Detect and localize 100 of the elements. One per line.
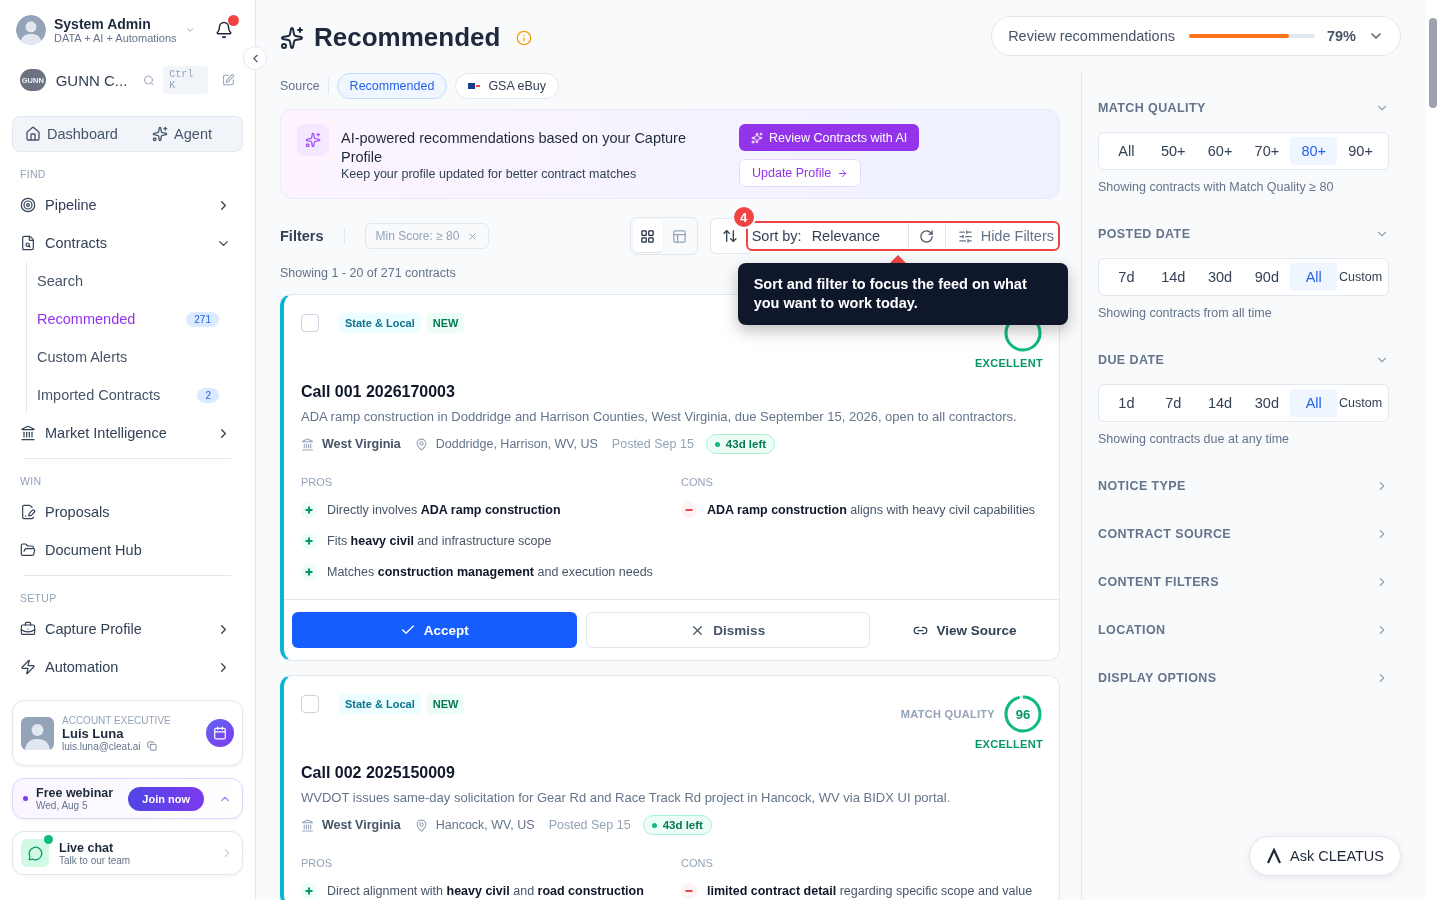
avatar-icon[interactable]	[16, 15, 46, 45]
accept-button[interactable]: Accept	[292, 612, 577, 648]
nav-icon	[20, 504, 36, 520]
segment-option[interactable]: 50+	[1149, 137, 1197, 165]
calendar-button[interactable]	[206, 719, 234, 747]
nav-item[interactable]: Market Intelligence	[12, 414, 243, 452]
checkbox[interactable]	[301, 695, 319, 713]
contract-description: WVDOT issues same-day solicitation for Gear Rd and Race Track Rd project in Hancock, WV via BIDX UI portal.	[301, 790, 952, 805]
segment-option[interactable]: 80+	[1290, 137, 1338, 165]
person-name: Luis Luna	[62, 725, 125, 741]
collapse-sidebar-button[interactable]	[243, 46, 267, 70]
nav-icon	[20, 621, 36, 637]
search-icon[interactable]	[143, 73, 156, 87]
rating-label: EXCELLENT	[974, 738, 1043, 750]
filter-section-header[interactable]: DUE DATE	[1098, 336, 1389, 384]
grid-icon	[640, 228, 656, 244]
nav-item[interactable]: Capture Profile	[12, 610, 243, 648]
nav-item[interactable]: Automation	[12, 648, 243, 686]
segment-option[interactable]: All	[1290, 263, 1338, 291]
segment-option[interactable]: 90d	[1243, 263, 1291, 291]
pro-text: Directly involves ADA ramp construction	[327, 502, 561, 517]
tag: NEW	[426, 313, 465, 333]
segment-option[interactable]: 30d	[1196, 263, 1244, 291]
segment-option[interactable]: 14d	[1196, 389, 1244, 417]
segment-option[interactable]: 7d	[1103, 263, 1150, 291]
source-label: Source	[280, 79, 320, 93]
scrollbar[interactable]	[1425, 0, 1440, 900]
refresh-button[interactable]	[907, 223, 946, 249]
score-value: 96	[1015, 706, 1031, 722]
filter-section-header[interactable]: CONTENT FILTERS	[1098, 558, 1389, 606]
filter-chip-text: Min Score: ≥ 80	[375, 229, 460, 243]
dismiss-button[interactable]: Dismiss	[585, 612, 870, 648]
segment-option[interactable]: 70+	[1243, 137, 1291, 165]
segment-option[interactable]: 90+	[1337, 137, 1384, 165]
segment-option[interactable]: 1d	[1103, 389, 1150, 417]
cons-heading: CONS	[681, 476, 714, 488]
quick-nav-link[interactable]: Agent	[152, 126, 212, 142]
contract-title[interactable]: Call 001 2026170003	[301, 383, 1043, 401]
nav-subitem[interactable]: Recommended 271	[37, 300, 243, 338]
remove-icon[interactable]	[467, 230, 479, 242]
source-chip[interactable]: GSA eBuy	[455, 73, 560, 99]
building-icon	[301, 437, 314, 451]
segment-option[interactable]: 7d	[1149, 389, 1197, 417]
nav-item[interactable]: Proposals	[12, 493, 243, 531]
filter-section-header[interactable]: NOTICE TYPE	[1098, 462, 1389, 510]
filter-section-header[interactable]: LOCATION	[1098, 606, 1389, 654]
hide-filters-button[interactable]: Hide Filters	[945, 223, 1058, 249]
filter-section-header[interactable]: CONTRACT SOURCE	[1098, 510, 1389, 558]
workspace-name[interactable]: GUNN C...	[55, 71, 128, 89]
nav-subitem[interactable]: Search	[37, 262, 243, 300]
join-button[interactable]: Join now	[128, 786, 204, 811]
ask-assistant-button[interactable]: Ask CLEATUS	[1249, 836, 1401, 876]
source-chip[interactable]: Recommended	[336, 73, 448, 99]
filter-section-header[interactable]: POSTED DATE	[1098, 210, 1389, 258]
info-icon[interactable]	[516, 29, 533, 46]
segment-option[interactable]: All	[1103, 137, 1150, 165]
arrow-right-icon	[837, 167, 849, 179]
nav-item[interactable]: Contracts	[12, 224, 243, 262]
rating-label: EXCELLENT	[974, 357, 1043, 369]
filter-section-header[interactable]: MATCH QUALITY	[1098, 84, 1389, 132]
filter-section-header[interactable]: DISPLAY OPTIONS	[1098, 654, 1389, 702]
edit-icon[interactable]	[222, 73, 235, 87]
score-ring-icon	[1003, 694, 1043, 734]
tag: State & Local	[339, 694, 421, 714]
view-source-link[interactable]: View Source	[879, 612, 1051, 648]
segment-option[interactable]: Custom	[1337, 263, 1384, 291]
nav-item[interactable]: Document Hub	[12, 531, 243, 569]
review-ai-button[interactable]: Review Contracts with AI	[739, 124, 920, 151]
quick-nav-link[interactable]: Dashboard	[25, 126, 118, 142]
nav-subitem[interactable]: Imported Contracts 2	[37, 376, 243, 414]
grid-view-button[interactable]	[632, 220, 663, 252]
checkbox[interactable]	[301, 314, 319, 332]
pro-text: Fits heavy civil and infrastructure scope	[327, 533, 552, 548]
segment-option[interactable]: 30d	[1243, 389, 1291, 417]
calendar-icon	[213, 726, 227, 740]
nav-item[interactable]: Pipeline	[12, 186, 243, 224]
review-progress-button[interactable]: Review recommendations 79%	[991, 16, 1401, 56]
con-text: limited contract detail regarding specific scope and value	[707, 883, 1033, 898]
bell-icon	[215, 21, 233, 39]
count-badge: 2	[197, 387, 219, 403]
nav-subitem[interactable]: Custom Alerts	[37, 338, 243, 376]
sparkles-icon	[305, 132, 321, 148]
contract-title[interactable]: Call 002 2025150009	[301, 764, 1043, 782]
segment-option[interactable]: All	[1290, 389, 1338, 417]
plus-icon	[301, 532, 317, 549]
segment-option[interactable]: 60+	[1196, 137, 1244, 165]
filters-label: Filters	[280, 228, 324, 244]
days-left-badge: 43d left	[705, 434, 776, 454]
segment-option[interactable]: Custom	[1337, 389, 1384, 417]
copy-icon[interactable]	[146, 741, 157, 751]
user-subtitle: DATA + AI + Automations	[54, 32, 177, 44]
banner-title: AI-powered recommendations based on your Capture Profile	[341, 129, 687, 167]
chat-title: Live chat	[59, 840, 115, 855]
live-chat-card[interactable]: Live chat Talk to our team	[12, 831, 243, 875]
plus-icon	[301, 563, 317, 580]
update-profile-button[interactable]: Update Profile	[739, 159, 862, 187]
sliders-icon	[957, 228, 973, 244]
webinar-date: Wed, Aug 5	[36, 800, 89, 811]
segment-option[interactable]: 14d	[1149, 263, 1197, 291]
nav-icon	[20, 659, 36, 675]
